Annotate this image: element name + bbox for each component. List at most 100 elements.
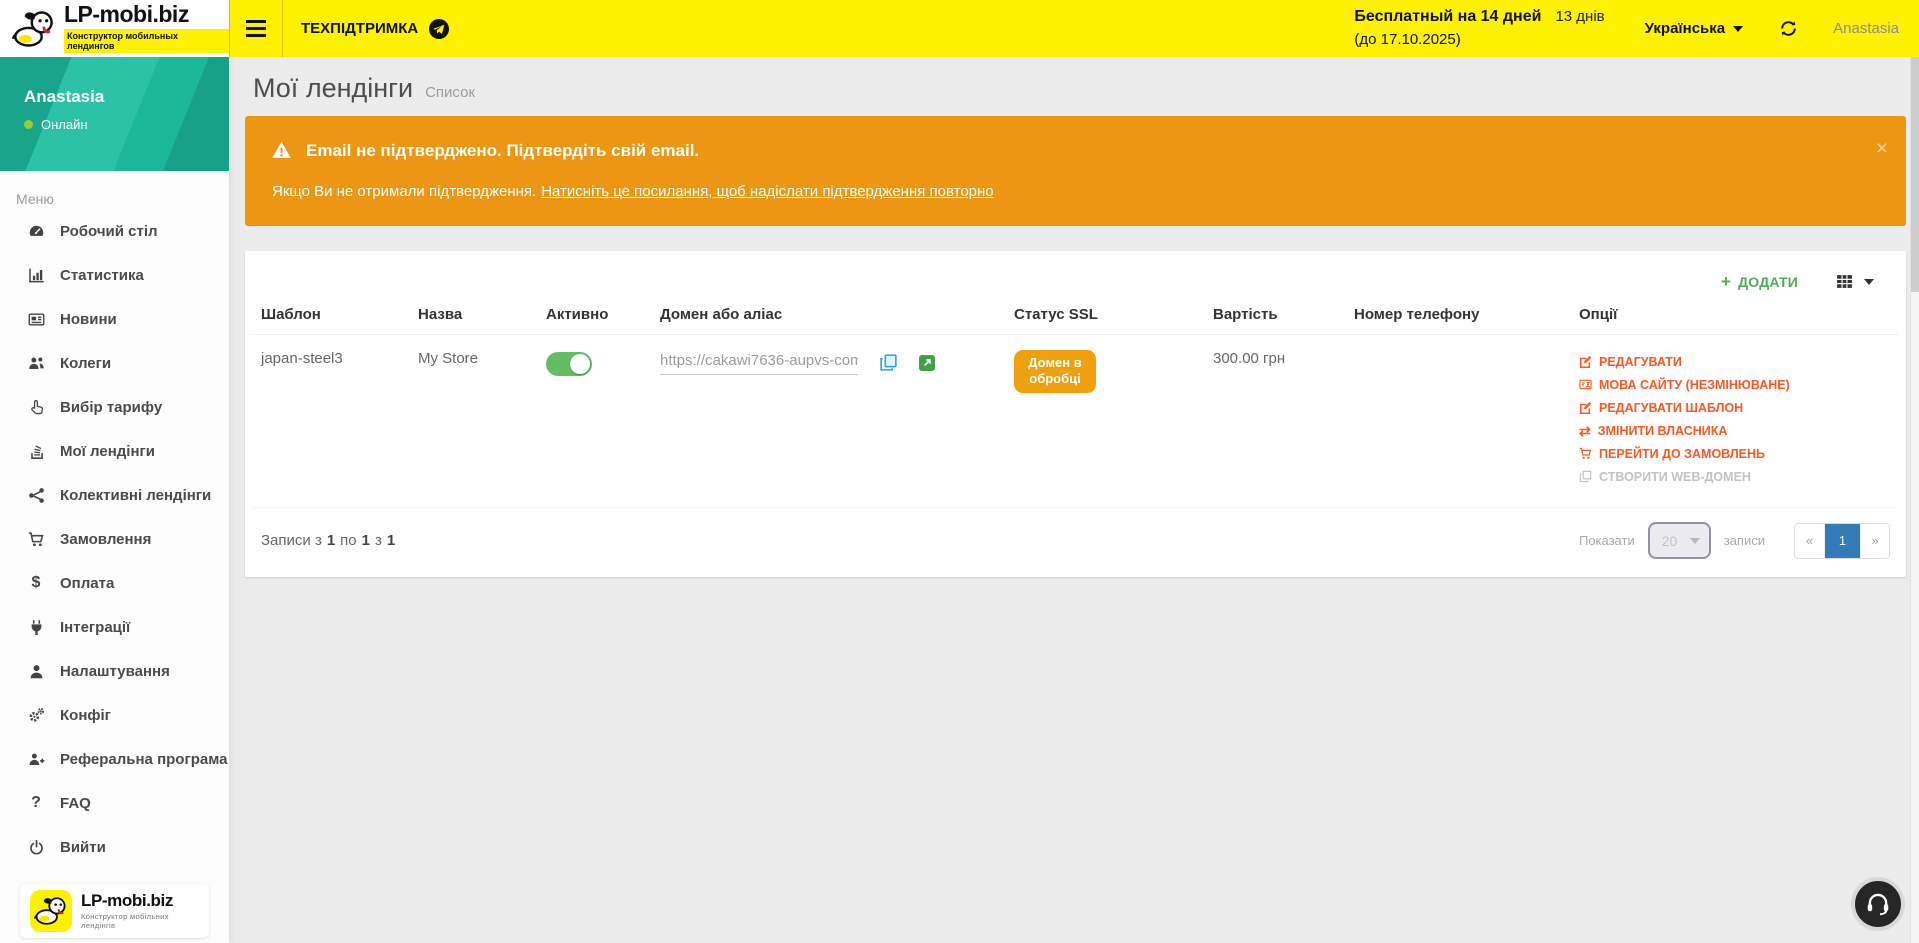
sidebar-item-my-landings[interactable]: Мої лендінги <box>0 429 229 473</box>
pager: « 1 » <box>1794 523 1890 559</box>
warning-line-1: Email не підтверджено. Підтвердіть свій … <box>271 140 1880 161</box>
brand-logo[interactable]: LP-mobi.biz Конструктор мобильных лендин… <box>0 0 229 57</box>
support-link[interactable]: ТЕХПІДТРИМКА <box>283 0 472 57</box>
sidebar-item-collective-landings[interactable]: Колективні лендінги <box>0 473 229 517</box>
active-toggle[interactable] <box>546 352 592 376</box>
hand-pointer-icon <box>26 399 46 416</box>
cell-ssl-status: Домен в обробці <box>1006 335 1205 504</box>
sidebar-item-faq[interactable]: ? FAQ <box>0 781 229 825</box>
warning-icon <box>271 140 292 161</box>
next-page-button[interactable]: » <box>1860 524 1889 558</box>
sidebar-item-orders[interactable]: Замовлення <box>0 517 229 561</box>
cell-price: 300.00 грн <box>1205 335 1346 504</box>
records-label: записи <box>1724 533 1765 548</box>
headset-icon <box>1864 890 1892 918</box>
copy-domain-button[interactable] <box>879 353 898 372</box>
app-icon <box>30 890 72 932</box>
option-site-language[interactable]: МОВА САЙТУ (НЕЗМІНЮВАНЕ) <box>1579 373 1890 396</box>
footer-logo-subtitle: Конструктор мобільних лендінгів <box>81 912 199 930</box>
pagination-controls: Показати 20 записи « 1 » <box>1579 522 1890 559</box>
refresh-button[interactable] <box>1764 19 1812 38</box>
option-edit[interactable]: РЕДАГУВАТИ <box>1579 350 1890 373</box>
edit-icon <box>1579 401 1592 414</box>
cell-active <box>538 335 652 504</box>
page-1-button[interactable]: 1 <box>1824 524 1860 558</box>
breadcrumb: Список <box>425 84 475 101</box>
option-edit-template[interactable]: РЕДАГУВАТИ ШАБЛОН <box>1579 396 1890 419</box>
online-status-dot <box>24 120 33 129</box>
col-price: Вартість <box>1205 296 1346 335</box>
scrollbar-thumb[interactable] <box>1911 57 1919 292</box>
scrollbar[interactable] <box>1910 57 1919 943</box>
toggle-knob <box>570 354 590 374</box>
sidebar-item-statistics[interactable]: Статистика <box>0 253 229 297</box>
sidebar-user-status: Онлайн <box>24 117 229 132</box>
chevron-down-icon <box>1690 538 1700 544</box>
sidebar-item-config[interactable]: Конфіг <box>0 693 229 737</box>
table-row: japan-steel3 My Store <box>253 335 1898 504</box>
add-landing-button[interactable]: + ДОДАТИ <box>1721 273 1798 290</box>
resend-confirmation-link[interactable]: Натисніть це посилання, щоб надіслати пі… <box>541 183 993 200</box>
option-change-owner[interactable]: ⇄ ЗМІНИТИ ВЛАСНИКА <box>1579 419 1890 442</box>
page-header: Мої лендінги Список <box>253 73 1906 104</box>
sidebar-item-news[interactable]: Новини <box>0 297 229 341</box>
col-domain: Домен або аліас <box>652 296 1006 335</box>
cell-domain <box>652 335 1006 504</box>
sidebar-item-settings[interactable]: Налаштування <box>0 649 229 693</box>
telegram-icon <box>428 18 450 40</box>
exchange-icon: ⇄ <box>1579 424 1591 438</box>
cell-phone <box>1346 335 1571 504</box>
tachometer-icon <box>26 223 46 240</box>
sidebar-item-colleagues[interactable]: Колеги <box>0 341 229 385</box>
sidebar-footer-logo[interactable]: LP-mobi.biz Конструктор мобільних лендін… <box>20 884 209 938</box>
warning-text: Email не підтверджено. Підтвердіть свій … <box>306 141 699 161</box>
domain-input[interactable] <box>660 350 858 375</box>
sidebar-item-dashboard[interactable]: Робочий стіл <box>0 209 229 253</box>
col-name: Назва <box>410 296 538 335</box>
power-icon <box>26 839 46 856</box>
sidebar: Anastasia Онлайн Меню Робочий стіл Стати… <box>0 57 229 943</box>
cart-icon <box>1579 447 1592 460</box>
sidebar-item-tariff[interactable]: Вибір тарифу <box>0 385 229 429</box>
sidebar-user-name: Anastasia <box>24 87 229 107</box>
col-phone: Номер телефону <box>1346 296 1571 335</box>
close-icon[interactable]: × <box>1876 138 1888 159</box>
cell-options: РЕДАГУВАТИ МОВА САЙТУ (НЕЗМІНЮВАНЕ) РЕДА… <box>1571 335 1898 504</box>
copy-icon <box>879 353 898 372</box>
table-header-row: Шаблон Назва Активно Домен або аліас Ста… <box>253 296 1898 335</box>
footer-logo-text: LP-mobi.biz Конструктор мобільних лендін… <box>81 892 199 931</box>
sidebar-item-integrations[interactable]: Інтеграції <box>0 605 229 649</box>
sidebar-toggle-button[interactable] <box>230 0 282 57</box>
page-size-select[interactable]: 20 <box>1648 522 1711 559</box>
bar-chart-icon <box>26 267 46 284</box>
col-template: Шаблон <box>253 296 410 335</box>
column-settings-button[interactable] <box>1836 273 1874 290</box>
table-grid-icon <box>1836 273 1853 290</box>
sidebar-item-payment[interactable]: $ Оплата <box>0 561 229 605</box>
topbar-username[interactable]: Anastasia <box>1813 20 1919 37</box>
footer-logo-title: LP-mobi.biz <box>81 892 199 911</box>
support-label: ТЕХПІДТРИМКА <box>301 20 418 37</box>
trial-plan-label: Бесплатный на 14 дней <box>1354 5 1541 29</box>
records-summary: Записи з1по1з1 <box>261 532 395 549</box>
dollar-icon: $ <box>26 574 46 592</box>
plus-icon: + <box>1721 273 1731 290</box>
open-landing-button[interactable] <box>919 355 935 371</box>
page-title: Мої лендінги <box>253 73 413 104</box>
sidebar-item-logout[interactable]: Вийти <box>0 825 229 869</box>
cell-name: My Store <box>410 335 538 504</box>
cart-icon <box>26 531 46 548</box>
language-selector[interactable]: Українська <box>1625 20 1763 37</box>
email-warning-banner: Email не підтверджено. Підтвердіть свій … <box>245 116 1906 226</box>
stack-icon <box>26 443 46 460</box>
options-list: РЕДАГУВАТИ МОВА САЙТУ (НЕЗМІНЮВАНЕ) РЕДА… <box>1579 350 1890 488</box>
prev-page-button[interactable]: « <box>1795 524 1824 558</box>
user-plus-icon <box>26 751 46 768</box>
language-icon <box>1579 378 1592 391</box>
warning-hint-text: Якщо Ви не отримали підтвердження. <box>272 183 536 200</box>
option-go-to-orders[interactable]: ПЕРЕЙТИ ДО ЗАМОВЛЕНЬ <box>1579 442 1890 465</box>
chevron-down-icon <box>1864 279 1874 285</box>
sidebar-item-referral[interactable]: Реферальна програма <box>0 737 229 781</box>
support-chat-button[interactable] <box>1851 877 1905 931</box>
option-create-web-domain[interactable]: СТВОРИТИ WEB-ДОМЕН <box>1579 465 1890 488</box>
